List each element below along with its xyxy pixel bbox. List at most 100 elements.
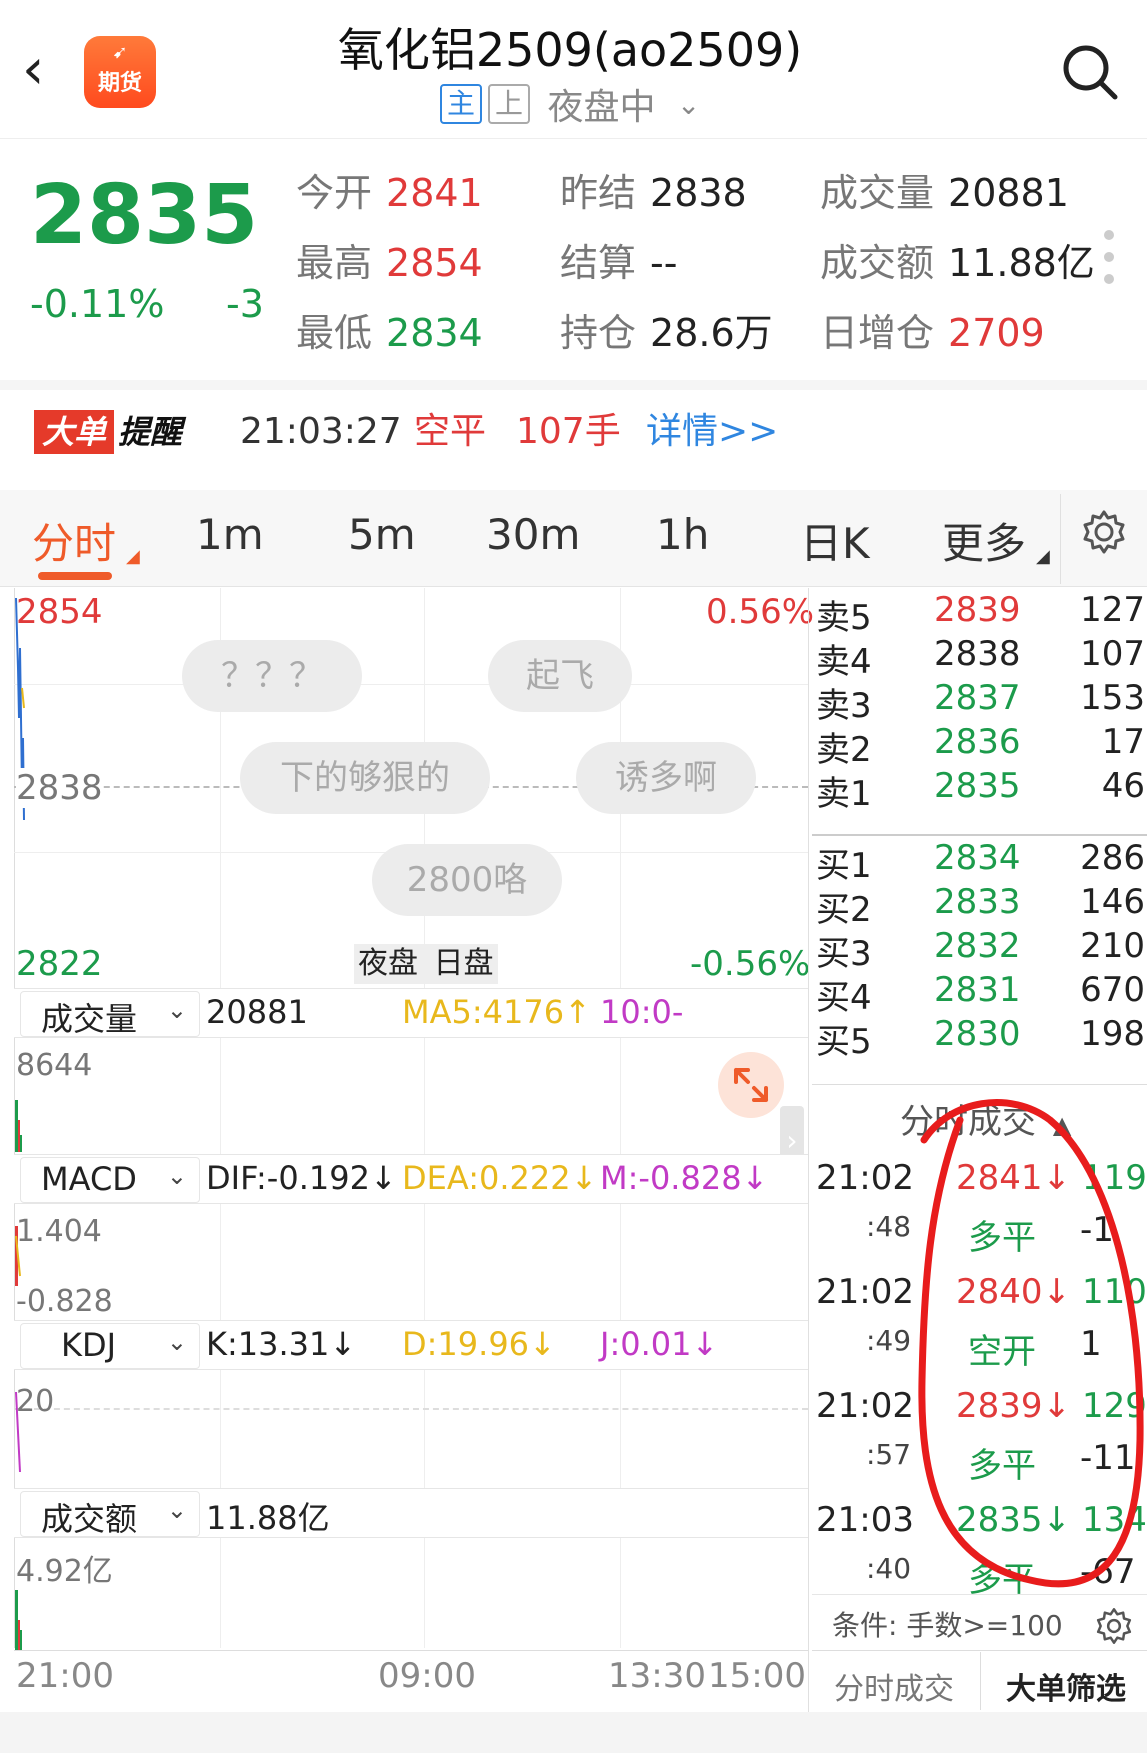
- app-icon-label: 期货: [97, 71, 142, 96]
- chevron-down-icon: ⌄: [166, 1162, 187, 1190]
- comment-bubble[interactable]: ？？？: [182, 640, 362, 712]
- last-price: 2835: [30, 168, 259, 263]
- gear-icon[interactable]: [1080, 508, 1128, 556]
- level-price: 2836: [934, 722, 1021, 762]
- pct-axis-low: -0.56%: [690, 944, 811, 984]
- volume-field: 成交量 20881: [820, 171, 1069, 215]
- kdj-20-line: [14, 1408, 808, 1410]
- level-price: 2830: [934, 1014, 1021, 1054]
- highlight-annotation: [918, 1099, 1144, 1588]
- time-tick: 21:00: [16, 1656, 114, 1696]
- turnover-value: 11.88亿: [206, 1499, 330, 1537]
- turnover-selector[interactable]: 成交额 ⌄: [20, 1491, 200, 1538]
- level-volume: 146: [1080, 882, 1145, 922]
- y-axis-high: 2854: [16, 592, 103, 632]
- level-volume: 46: [1101, 766, 1145, 806]
- expand-button[interactable]: [718, 1052, 784, 1118]
- filter-condition[interactable]: 条件: 手数>=100: [832, 1604, 1063, 1644]
- ask-row[interactable]: 卖3 2837 153: [812, 678, 1147, 726]
- time-tick: 09:00: [378, 1656, 476, 1696]
- day-session-label: 日盘: [433, 946, 494, 981]
- alert-type: 空平: [414, 411, 487, 452]
- alert-detail-link[interactable]: 详情>>: [646, 410, 778, 454]
- macd-bars: [15, 1226, 21, 1286]
- level-price: 2834: [934, 838, 1021, 878]
- page-title: 氧化铝2509(ao2509): [337, 23, 803, 77]
- tab-more-triangle-icon: ◢: [1036, 546, 1050, 567]
- turnover-field: 成交额 11.88亿: [820, 241, 1095, 285]
- tab-intraday[interactable]: 分时: [32, 510, 116, 571]
- chevron-down-icon: ⌄: [166, 996, 187, 1024]
- session-toggle[interactable]: 夜盘 日盘: [354, 944, 498, 984]
- tab-trades[interactable]: 分时成交: [834, 1664, 954, 1708]
- more-dots-icon[interactable]: [1104, 230, 1116, 296]
- alert-badge: 大单 提醒: [34, 410, 182, 454]
- level-name: 卖2: [816, 730, 872, 770]
- expand-icon: [734, 1068, 768, 1102]
- gear-icon[interactable]: [1094, 1606, 1134, 1646]
- ask-row[interactable]: 卖4 2838 107: [812, 634, 1147, 682]
- time-tick: 15:00: [708, 1656, 806, 1696]
- ask-row[interactable]: 卖1 2835 46: [812, 766, 1147, 814]
- level-name: 卖3: [816, 686, 872, 726]
- high-field: 最高 2854: [296, 241, 483, 285]
- comment-bubble[interactable]: 起飞: [488, 640, 632, 712]
- open-interest-field: 持仓 28.6万: [560, 311, 773, 355]
- level-name: 卖5: [816, 598, 872, 638]
- level-volume: 127: [1080, 590, 1145, 630]
- level-name: 买4: [816, 978, 872, 1018]
- logo-mark-icon: ➹: [112, 42, 128, 63]
- macd-dif: DIF:-0.192↓: [206, 1159, 397, 1197]
- change-value: -3: [226, 282, 264, 326]
- bid-row[interactable]: 买1 2834 286: [812, 838, 1147, 886]
- tab-daily[interactable]: 日K: [800, 510, 870, 571]
- ask-row[interactable]: 卖2 2836 17: [812, 722, 1147, 770]
- alert-time: 21:03:27: [240, 411, 402, 452]
- comment-bubble[interactable]: 下的够狠的: [240, 742, 490, 814]
- level-volume: 153: [1080, 678, 1145, 718]
- tab-30m[interactable]: 30m: [486, 510, 580, 559]
- kdj-d: D:19.96↓: [402, 1325, 556, 1363]
- change-percent: -0.11%: [30, 282, 165, 326]
- comment-bubble[interactable]: 诱多啊: [576, 742, 756, 814]
- level-price: 2833: [934, 882, 1021, 922]
- bid-row[interactable]: 买3 2832 210: [812, 926, 1147, 974]
- level-volume: 198: [1080, 1014, 1145, 1054]
- tab-large-order-filter[interactable]: 大单筛选: [1006, 1664, 1126, 1708]
- volume-value: 20881: [206, 993, 308, 1031]
- level-volume: 107: [1080, 634, 1145, 674]
- kdj-selector[interactable]: KDJ ⌄: [20, 1323, 200, 1369]
- macd-dea: DEA:0.222↓: [402, 1159, 598, 1197]
- level-price: 2838: [934, 634, 1021, 674]
- ask-row[interactable]: 卖5 2839 127: [812, 590, 1147, 638]
- app-logo-icon[interactable]: ➹ 期货: [84, 36, 156, 108]
- tab-more[interactable]: 更多: [942, 510, 1026, 571]
- y-axis-mid: 2838: [16, 768, 103, 808]
- comment-bubble[interactable]: 2800咯: [372, 844, 562, 916]
- open-field: 今开 2841: [296, 171, 483, 215]
- grid-line: [14, 684, 808, 685]
- level-name: 买5: [816, 1022, 872, 1062]
- volume-extra: 10:0-: [600, 993, 684, 1031]
- bid-row[interactable]: 买4 2831 670: [812, 970, 1147, 1018]
- macd-m: M:-0.828↓: [600, 1159, 769, 1197]
- back-icon[interactable]: ‹: [22, 38, 72, 108]
- kdj-j: J:0.01↓: [600, 1325, 719, 1363]
- book-separator: [812, 834, 1147, 836]
- tab-1m[interactable]: 1m: [196, 510, 264, 559]
- chevron-down-icon: ⌄: [676, 87, 701, 121]
- tab-5m[interactable]: 5m: [348, 510, 416, 559]
- level-price: 2837: [934, 678, 1021, 718]
- kdj-lines: [15, 1391, 21, 1473]
- turnover-bars: [15, 1590, 22, 1650]
- level-name: 卖4: [816, 642, 872, 682]
- search-icon[interactable]: [1060, 42, 1120, 102]
- volume-selector[interactable]: 成交量 ⌄: [20, 991, 200, 1038]
- level-name: 买2: [816, 890, 872, 930]
- macd-selector[interactable]: MACD ⌄: [20, 1157, 200, 1203]
- bid-row[interactable]: 买5 2830 198: [812, 1014, 1147, 1062]
- tab-1h[interactable]: 1h: [656, 510, 709, 559]
- bid-row[interactable]: 买2 2833 146: [812, 882, 1147, 930]
- main-contract-badge: 主: [440, 84, 482, 124]
- session-selector[interactable]: 主上 夜盘中 ⌄: [440, 78, 701, 128]
